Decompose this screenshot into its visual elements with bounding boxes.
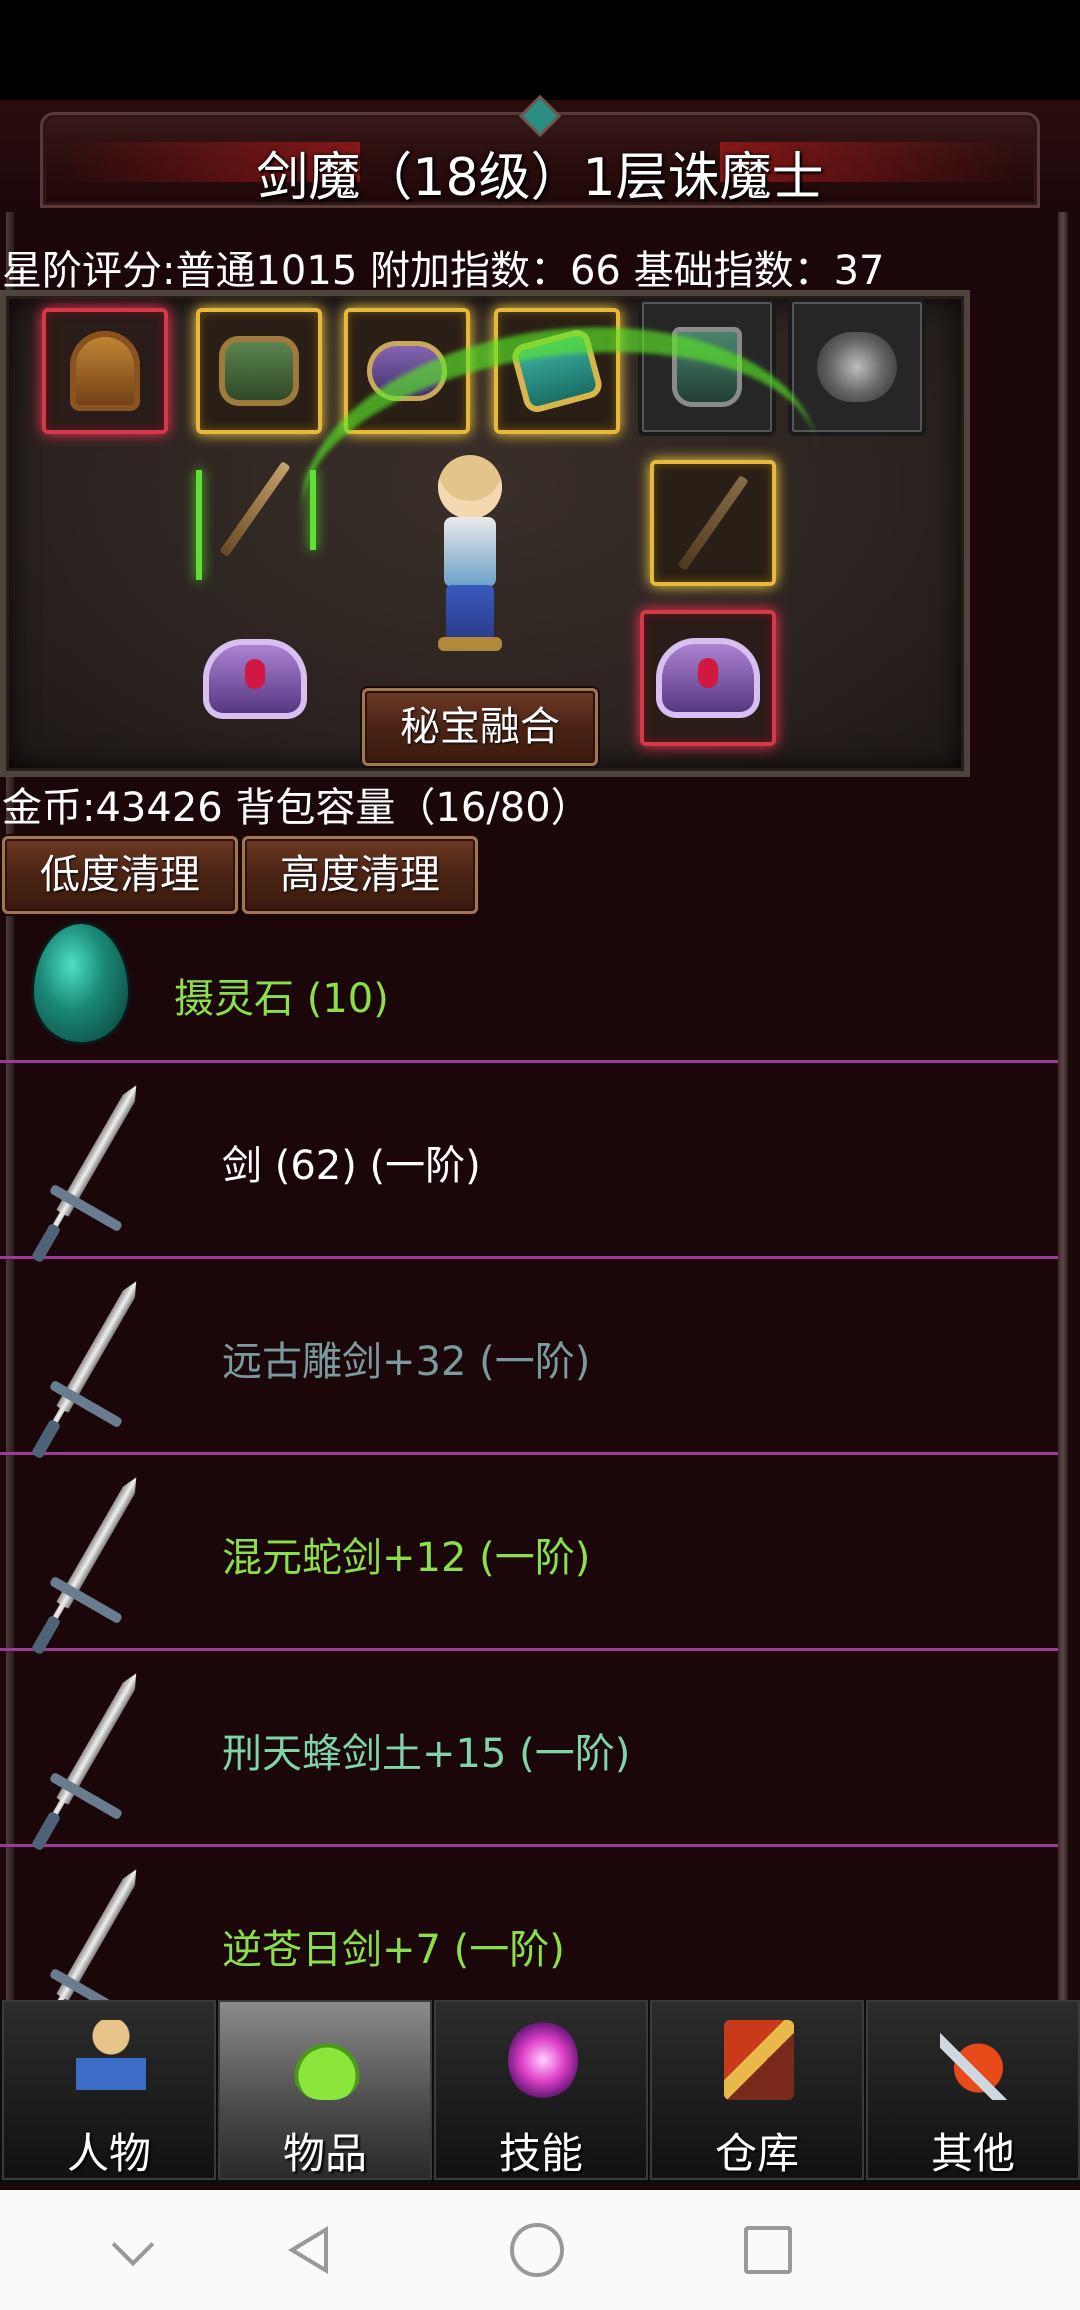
system-nav-bar [0,2190,1080,2310]
tab-character[interactable]: 人物 [2,2000,216,2180]
weapon-slot[interactable] [196,450,314,568]
sword-icon [28,1465,148,1656]
item-name: 远古雕剑+32 (一阶) [222,1339,591,1385]
list-item[interactable]: 刑天蜂剑土+15 (一阶) [0,1651,1058,1852]
sword-icon [28,1269,148,1460]
spirit-stone-icon [34,924,128,1042]
warehouse-icon [724,2020,794,2100]
ring-slot-right[interactable] [640,610,776,746]
tab-label: 其他 [930,2129,1015,2178]
low-cleanup-button[interactable]: 低度清理 [2,836,238,914]
tab-label: 技能 [498,2129,583,2178]
sword-icon [28,1661,148,1852]
skill-orb-icon [508,2020,578,2100]
helmet-icon [70,331,140,411]
item-name: 逆苍日剑+7 (一阶) [222,1927,565,1973]
recent-apps-icon[interactable] [744,2226,792,2274]
other-icon [940,2020,1010,2100]
character-icon [76,2020,146,2100]
crown-icon [656,638,760,718]
list-item[interactable]: 摄灵石 (10) [0,912,1058,1063]
character-avatar [430,455,510,655]
helmet-slot[interactable] [42,308,168,434]
armor-slot[interactable] [196,308,322,434]
glow-effect [310,470,316,550]
glow-effect [196,470,202,580]
list-item[interactable]: 剑 (62) (一阶) [0,1063,1058,1264]
sword-icon [28,1073,148,1264]
tab-label: 人物 [66,2129,151,2178]
bottom-tab-bar: 人物 物品 技能 仓库 其他 [0,2000,1080,2185]
high-cleanup-button[interactable]: 高度清理 [242,836,478,914]
frame-right [1058,212,1068,2002]
beads-icon [817,332,897,402]
back-icon[interactable] [280,2220,340,2280]
sword-icon [28,1857,148,2002]
chevron-down-icon[interactable] [104,2220,164,2280]
ring-slot-left[interactable] [190,620,320,738]
armor-icon [219,336,299,406]
item-name: 摄灵石 (10) [174,976,389,1022]
item-name: 刑天蜂剑土+15 (一阶) [222,1731,631,1777]
accessory-slot[interactable] [788,298,926,436]
tab-items[interactable]: 物品 [218,2000,432,2180]
star-rating-stats: 星阶评分:普通1015 附加指数：66 基础指数：37 [2,248,885,294]
page-title: 剑魔（18级）1层诛魔士 [256,148,824,208]
tab-label: 物品 [282,2129,367,2178]
weapon-icon [219,461,291,557]
item-name: 混元蛇剑+12 (一阶) [222,1535,591,1581]
list-item[interactable]: 远古雕剑+32 (一阶) [0,1259,1058,1460]
list-item[interactable]: 混元蛇剑+12 (一阶) [0,1455,1058,1656]
item-list[interactable]: 摄灵石 (10) 剑 (62) (一阶) 远古雕剑+32 (一阶) 混元蛇剑+1… [0,912,1058,2002]
item-name: 剑 (62) (一阶) [222,1143,481,1189]
home-icon[interactable] [510,2223,564,2277]
tab-label: 仓库 [714,2129,799,2178]
status-bar [0,0,1080,100]
gold-and-capacity: 金币:43426 背包容量（16/80） [2,785,591,831]
tab-other[interactable]: 其他 [866,2000,1080,2180]
tab-skills[interactable]: 技能 [434,2000,648,2180]
potion-icon [292,2020,362,2100]
list-item[interactable]: 逆苍日剑+7 (一阶) [0,1847,1058,2002]
tab-warehouse[interactable]: 仓库 [650,2000,864,2180]
treasure-fusion-button[interactable]: 秘宝融合 [362,688,598,766]
crown-icon [203,639,307,719]
